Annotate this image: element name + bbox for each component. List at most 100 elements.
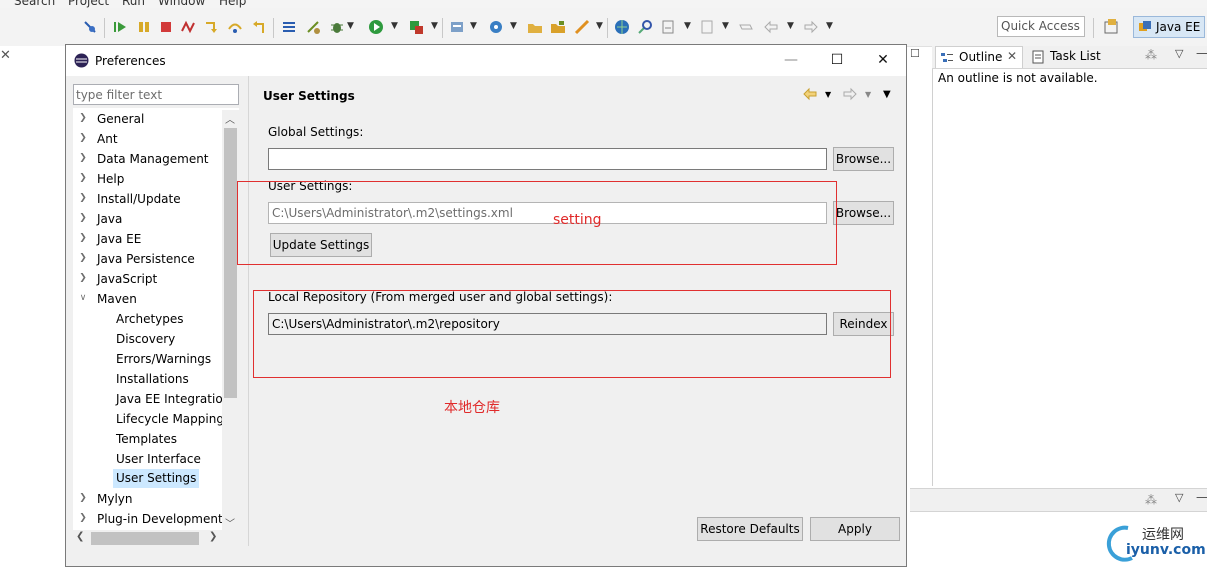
tree-item[interactable]: Help <box>97 169 124 189</box>
debug-icon[interactable] <box>329 19 345 35</box>
tree-item[interactable]: Errors/Warnings <box>116 349 211 369</box>
scroll-up-icon[interactable]: ︿ <box>225 111 235 126</box>
launch-icon[interactable] <box>574 19 590 35</box>
dialog-title: Preferences <box>95 54 166 68</box>
open-project-icon[interactable] <box>550 19 566 35</box>
tree-item[interactable]: User Settings <box>113 469 200 488</box>
step-return-icon[interactable] <box>251 19 267 35</box>
tree-item[interactable]: Ant <box>97 129 118 149</box>
collapsed-arrow-icon[interactable]: ❯ <box>77 113 89 123</box>
restore-defaults-button[interactable]: Restore Defaults <box>697 517 803 541</box>
collapsed-arrow-icon[interactable]: ❯ <box>77 153 89 163</box>
tree-item[interactable]: JavaScript <box>97 269 157 289</box>
next-annotation-icon[interactable] <box>699 19 715 35</box>
minimize-view-icon[interactable]: — <box>1196 490 1207 504</box>
scroll-left-icon[interactable]: ❮ <box>76 531 84 542</box>
back-icon[interactable] <box>763 19 779 35</box>
tree-item[interactable]: Templates <box>116 429 177 449</box>
global-browse-button[interactable]: Browse... <box>833 147 894 171</box>
step-over-icon[interactable] <box>227 19 243 35</box>
scroll-right-icon[interactable]: ❯ <box>209 531 217 542</box>
new-wizard-icon[interactable] <box>488 19 504 35</box>
collapsed-arrow-icon[interactable]: ❯ <box>77 133 89 143</box>
disconnect-icon[interactable] <box>180 19 196 35</box>
open-perspective-icon[interactable] <box>1100 17 1122 37</box>
tree-item[interactable]: General <box>97 109 144 129</box>
java-ee-perspective-label: Java EE <box>1156 20 1201 34</box>
expanded-arrow-icon[interactable]: ∨ <box>77 293 89 303</box>
minimize-view-icon[interactable]: — <box>1196 46 1207 60</box>
view-menu-icon[interactable]: ▽ <box>1175 491 1183 504</box>
tree-item[interactable]: Mylyn <box>97 489 133 509</box>
menu-window[interactable]: Window <box>158 0 205 8</box>
minimize-button[interactable]: — <box>768 45 814 76</box>
collapsed-arrow-icon[interactable]: ❯ <box>77 513 89 523</box>
apply-button[interactable]: Apply <box>810 517 900 541</box>
tree-item[interactable]: Plug-in Development <box>97 509 223 529</box>
suspend-icon[interactable] <box>136 19 152 35</box>
collapsed-arrow-icon[interactable]: ❯ <box>77 253 89 263</box>
forward-dropdown-icon[interactable]: ▼ <box>865 90 871 99</box>
tree-item[interactable]: Lifecycle Mapping <box>116 409 224 429</box>
view-menu-icon[interactable]: ▼ <box>883 89 891 100</box>
tree-item[interactable]: Java Persistence <box>97 249 195 269</box>
collapsed-arrow-icon[interactable]: ❯ <box>77 273 89 283</box>
menu-search[interactable]: Search <box>14 0 55 8</box>
back-icon[interactable] <box>802 86 818 105</box>
new-server-icon[interactable] <box>449 19 465 35</box>
close-button[interactable]: ✕ <box>860 45 906 76</box>
back-dropdown-icon[interactable]: ▼ <box>825 90 831 99</box>
view-toolbar-icon[interactable]: ⁂ <box>1145 493 1157 507</box>
tree-item[interactable]: Java <box>97 209 122 229</box>
collapsed-arrow-icon[interactable]: ❯ <box>77 193 89 203</box>
run-coverage-icon[interactable] <box>408 19 424 35</box>
step-into-icon[interactable] <box>203 19 219 35</box>
web-browser-icon[interactable] <box>614 19 630 35</box>
view-menu-icon[interactable]: ▽ <box>1175 47 1183 60</box>
open-folder-icon[interactable] <box>527 19 543 35</box>
menu-help[interactable]: Help <box>219 0 246 8</box>
tree-scroll-thumb[interactable] <box>224 128 237 398</box>
sash[interactable] <box>248 76 249 546</box>
maximize-view-icon[interactable]: ☐ <box>910 47 920 60</box>
collapsed-arrow-icon[interactable]: ❯ <box>77 233 89 243</box>
collapsed-arrow-icon[interactable]: ❯ <box>77 173 89 183</box>
menu-project[interactable]: Project <box>68 0 109 8</box>
annotation-icon[interactable] <box>660 19 676 35</box>
run-icon[interactable] <box>368 19 384 35</box>
tree-item[interactable]: Maven <box>97 289 137 309</box>
last-edit-icon[interactable] <box>738 19 754 35</box>
terminate-icon[interactable] <box>158 19 174 35</box>
forward-icon[interactable] <box>842 86 858 105</box>
forward-icon[interactable] <box>803 19 819 35</box>
tab-task-list[interactable]: Task List <box>1050 49 1101 63</box>
maximize-button[interactable]: ☐ <box>814 45 860 76</box>
tab-outline[interactable]: Outline ✕ <box>935 46 1023 68</box>
tree-item[interactable]: Discovery <box>116 329 175 349</box>
quick-access-field[interactable]: Quick Access <box>997 16 1085 37</box>
tree-item[interactable]: User Interface <box>116 449 201 469</box>
view-toolbar-icon[interactable]: ⁂ <box>1145 48 1157 62</box>
user-browse-button[interactable]: Browse... <box>833 201 894 225</box>
resume-icon[interactable] <box>112 19 128 35</box>
search-tool-icon[interactable] <box>637 19 653 35</box>
tree-item[interactable]: Java EE <box>97 229 141 249</box>
close-icon[interactable]: ✕ <box>0 48 11 63</box>
skip-breakpoints-icon[interactable] <box>82 19 98 35</box>
tree-item[interactable]: Data Management <box>97 149 209 169</box>
tree-item[interactable]: Install/Update <box>97 189 181 209</box>
filter-input[interactable]: type filter text <box>73 84 239 105</box>
tree-item[interactable]: Installations <box>116 369 189 389</box>
tree-hscroll-thumb[interactable] <box>91 532 199 545</box>
scroll-down-icon[interactable]: ﹀ <box>225 515 235 530</box>
menu-run[interactable]: Run <box>122 0 145 8</box>
global-settings-input[interactable] <box>268 148 827 170</box>
open-type-icon[interactable] <box>281 19 297 35</box>
collapsed-arrow-icon[interactable]: ❯ <box>77 493 89 503</box>
collapsed-arrow-icon[interactable]: ❯ <box>77 213 89 223</box>
tree-item[interactable]: Archetypes <box>116 309 184 329</box>
java-ee-perspective-button[interactable]: Java EE <box>1133 16 1205 38</box>
tree-item[interactable]: Java EE Integration <box>116 389 230 409</box>
external-tools-icon[interactable] <box>305 19 321 35</box>
close-tab-icon[interactable]: ✕ <box>1007 49 1017 63</box>
